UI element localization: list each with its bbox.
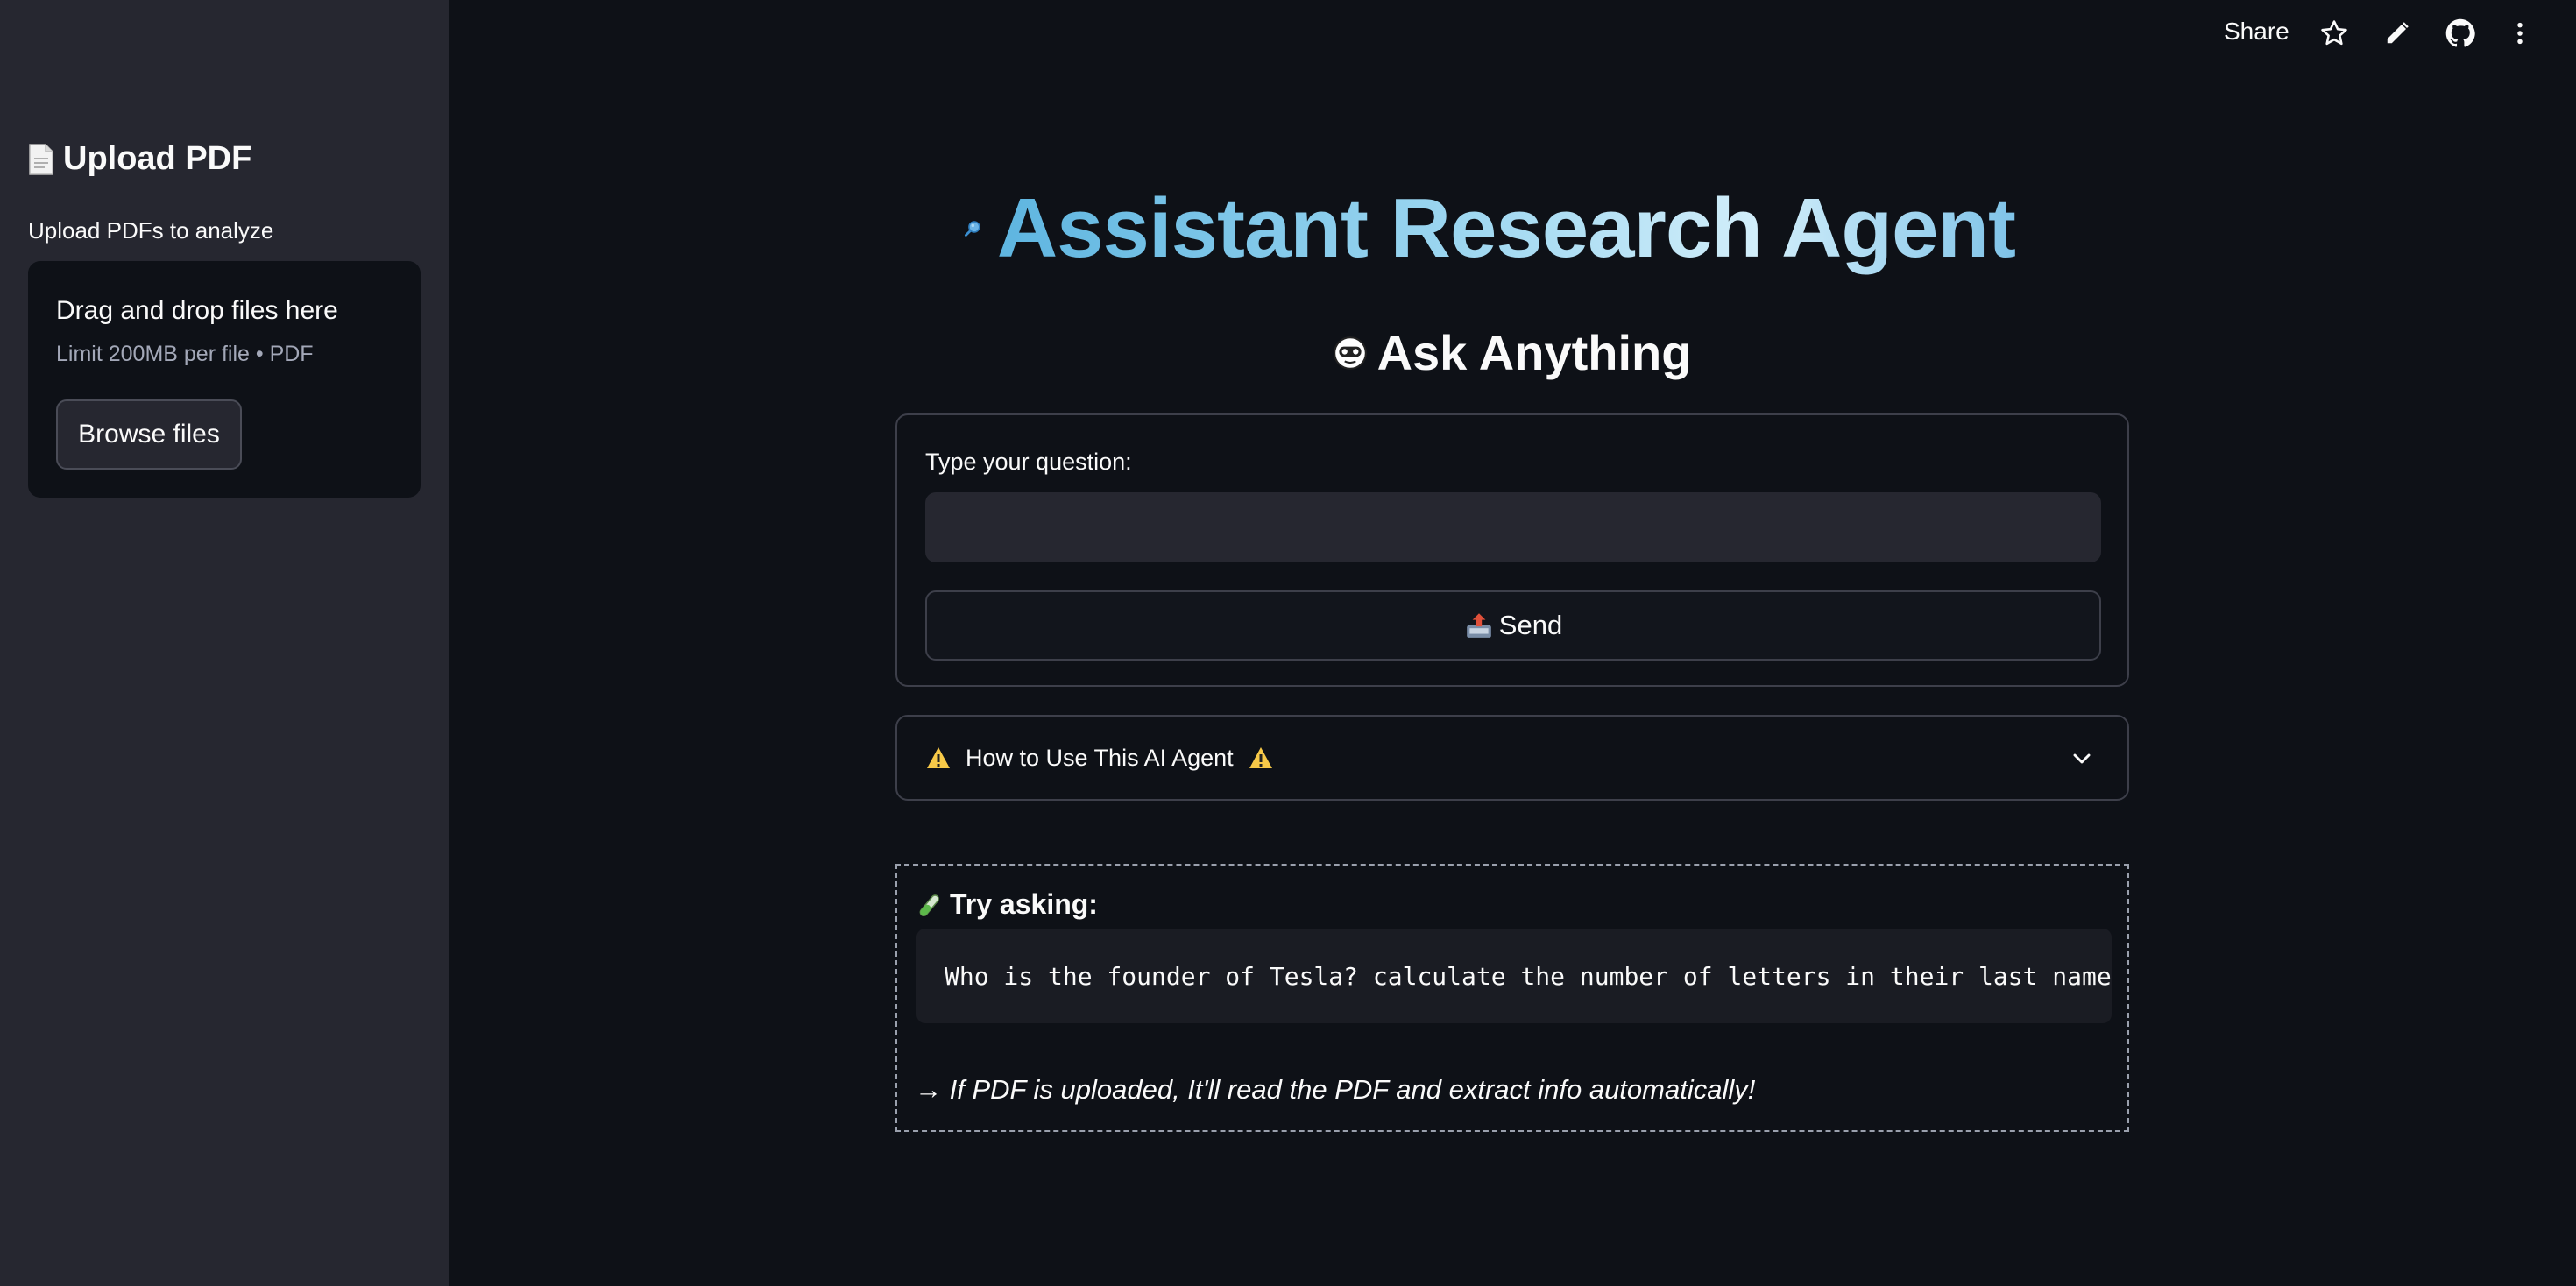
ask-anything-text: Ask Anything bbox=[1376, 325, 1692, 380]
how-to-use-expander[interactable]: How to Use This AI Agent bbox=[895, 715, 2129, 801]
github-icon[interactable] bbox=[2443, 16, 2478, 51]
ask-anything-heading: Ask Anything bbox=[0, 324, 2576, 381]
question-form: Type your question: Send bbox=[895, 413, 2129, 687]
dropzone-title: Drag and drop files here bbox=[56, 296, 338, 325]
app-root: Upload PDF Upload PDFs to analyze Drag a… bbox=[0, 0, 2576, 1286]
sidebar: Upload PDF Upload PDFs to analyze Drag a… bbox=[0, 0, 449, 1286]
example-question: Who is the founder of Tesla? calculate t… bbox=[945, 961, 2112, 991]
question-input[interactable] bbox=[925, 492, 2101, 562]
try-asking-box: Try asking: Who is the founder of Tesla?… bbox=[895, 864, 2129, 1132]
page-title: Assistant Research Agent bbox=[964, 172, 2016, 286]
magnifying-glass-icon bbox=[964, 221, 980, 237]
example-code-block[interactable]: Who is the founder of Tesla? calculate t… bbox=[916, 929, 2112, 1023]
outbox-tray-icon bbox=[1466, 613, 1491, 638]
star-icon[interactable] bbox=[2317, 16, 2352, 51]
try-asking-text: Try asking: bbox=[950, 888, 1098, 920]
question-label: Type your question: bbox=[925, 449, 1132, 475]
warning-icon bbox=[927, 747, 950, 768]
upload-label: Upload PDFs to analyze bbox=[28, 217, 274, 244]
warning-icon bbox=[1249, 747, 1272, 768]
expander-label: How to Use This AI Agent bbox=[966, 744, 1234, 771]
chevron-down-icon[interactable] bbox=[2068, 745, 2096, 773]
try-asking-title: Try asking: bbox=[915, 888, 1098, 921]
sidebar-title: Upload PDF bbox=[28, 140, 251, 178]
send-button[interactable]: Send bbox=[925, 590, 2101, 661]
pdf-note: → If PDF is uploaded, It'll read the PDF… bbox=[915, 1074, 1756, 1105]
browse-files-button[interactable]: Browse files bbox=[56, 399, 242, 470]
robot-face-icon bbox=[1333, 336, 1367, 370]
share-button[interactable]: Share bbox=[2224, 18, 2289, 46]
test-tube-icon bbox=[919, 894, 939, 916]
more-vertical-icon[interactable] bbox=[2502, 16, 2537, 51]
pencil-icon[interactable] bbox=[2380, 16, 2415, 51]
page-title-text: Assistant Research Agent bbox=[996, 181, 2016, 275]
send-label: Send bbox=[1498, 610, 1563, 640]
sidebar-title-text: Upload PDF bbox=[63, 140, 252, 177]
document-icon bbox=[29, 143, 53, 175]
